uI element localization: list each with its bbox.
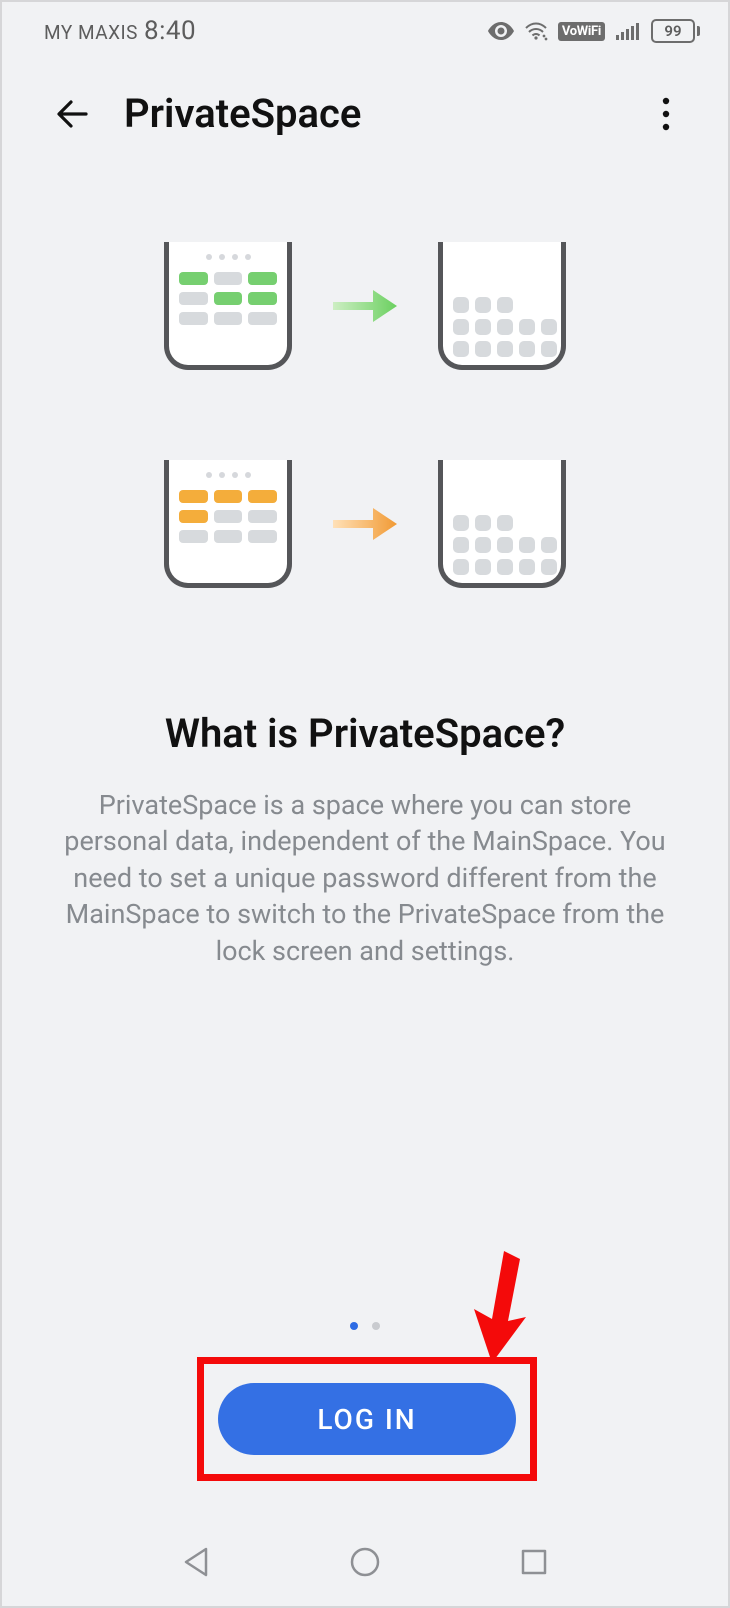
phone-mainspace-after [438,242,566,370]
more-vertical-icon [662,97,670,131]
content-heading: What is PrivateSpace? [46,710,684,757]
illustration-row-privatespace [164,460,566,588]
nav-recents-button[interactable] [504,1532,564,1592]
annotation-highlight-box: LOG IN [197,1357,537,1481]
circle-home-icon [349,1546,381,1578]
clock: 8:40 [144,16,196,46]
battery-indicator: 99 [651,19,700,43]
nav-home-button[interactable] [335,1532,395,1592]
square-recents-icon [520,1548,548,1576]
arrow-right-icon [330,502,400,546]
illustration-row-mainspace [164,242,566,370]
arrow-right-icon [330,284,400,328]
phone-privatespace-before [164,460,292,588]
login-button[interactable]: LOG IN [218,1383,516,1455]
app-header: PrivateSpace [2,60,728,147]
page-title: PrivateSpace [124,90,644,137]
vowifi-badge: VoWiFi [558,22,605,41]
navigation-bar [2,1532,728,1592]
triangle-back-icon [182,1546,210,1578]
signal-icon [615,21,641,41]
battery-level: 99 [651,19,695,43]
content-section: What is PrivateSpace? PrivateSpace is a … [2,710,728,969]
wifi-icon [524,21,548,41]
page-dot-0 [350,1322,358,1330]
arrow-left-icon [54,94,94,134]
back-button[interactable] [52,92,96,136]
illustration [2,242,728,588]
carrier-label: MY MAXIS [44,21,138,44]
eye-icon [488,22,514,40]
status-bar: MY MAXIS 8:40 VoWiFi 99 [2,2,728,60]
page-indicator [2,1322,728,1330]
more-button[interactable] [644,92,688,136]
phone-privatespace-after [438,460,566,588]
phone-mainspace-before [164,242,292,370]
page-dot-1 [372,1322,380,1330]
content-body: PrivateSpace is a space where you can st… [46,787,684,969]
nav-back-button[interactable] [166,1532,226,1592]
annotation-arrow-icon [462,1247,542,1367]
